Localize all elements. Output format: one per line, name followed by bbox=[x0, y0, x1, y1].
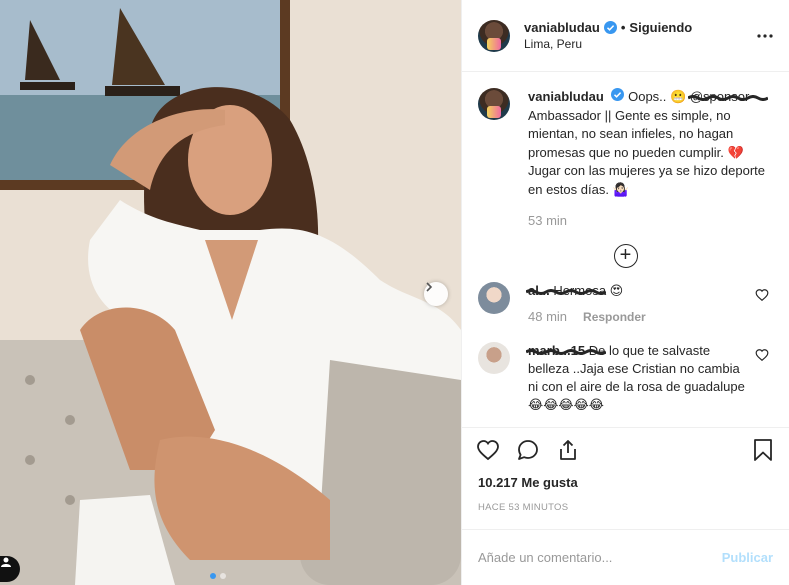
scribble-overlay bbox=[526, 349, 606, 356]
post-caption: vaniabludau Oops.. 😬 @sponsor Ambassador… bbox=[478, 88, 773, 230]
caption-username[interactable]: vaniabludau bbox=[528, 89, 604, 104]
comment-bubble-icon bbox=[518, 439, 538, 460]
comment-item: al... Hermosa 😍 48 min Responder bbox=[478, 282, 773, 326]
instagram-post: vaniabludau • Siguiendo Lima, Peru vania… bbox=[0, 0, 789, 585]
reply-button[interactable]: Responder bbox=[583, 308, 646, 326]
plus-glyph: + bbox=[619, 244, 632, 267]
comment-like-button[interactable] bbox=[755, 288, 769, 302]
caption-body: vaniabludau Oops.. 😬 @sponsor Ambassador… bbox=[528, 88, 768, 230]
caption-timestamp[interactable]: 53 min bbox=[528, 212, 768, 231]
comment-like-button[interactable] bbox=[755, 348, 769, 362]
comment-input[interactable] bbox=[478, 550, 722, 565]
save-button[interactable] bbox=[749, 436, 777, 464]
header-line: vaniabludau • Siguiendo bbox=[524, 20, 692, 35]
comment-avatar[interactable] bbox=[478, 342, 510, 375]
location-link[interactable]: Lima, Peru bbox=[524, 37, 692, 51]
share-icon bbox=[560, 439, 576, 460]
plus-circle-icon[interactable]: + bbox=[613, 244, 638, 269]
follow-status-button[interactable]: Siguiendo bbox=[629, 20, 692, 35]
add-comment-bar: Publicar bbox=[462, 529, 789, 585]
comment-body: marb...15 De lo que te salvaste belleza … bbox=[526, 342, 750, 414]
post-actions bbox=[462, 427, 789, 471]
redacted-mention[interactable]: @sponsor bbox=[687, 88, 768, 107]
comment-item: marb...15 De lo que te salvaste belleza … bbox=[478, 342, 773, 414]
photo-illustration bbox=[0, 0, 461, 585]
post-sidebar: vaniabludau • Siguiendo Lima, Peru vania… bbox=[461, 0, 789, 585]
comment-avatar[interactable] bbox=[478, 282, 510, 315]
carousel-indicator bbox=[210, 573, 226, 579]
more-options-button[interactable] bbox=[753, 24, 777, 48]
post-photo[interactable] bbox=[0, 0, 461, 585]
bookmark-icon bbox=[754, 439, 772, 461]
heart-icon bbox=[477, 439, 499, 460]
chevron-right-icon bbox=[426, 282, 433, 292]
separator-dot: • bbox=[620, 20, 626, 35]
comment-meta: 48 min Responder bbox=[528, 308, 750, 326]
comment-body: al... Hermosa 😍 48 min Responder bbox=[526, 282, 750, 326]
verified-icon bbox=[611, 88, 625, 101]
verified-icon bbox=[603, 21, 617, 34]
like-button[interactable] bbox=[474, 436, 502, 464]
comment-timestamp[interactable]: 48 min bbox=[528, 308, 567, 326]
user-icon bbox=[1, 557, 11, 567]
heart-icon bbox=[755, 349, 769, 362]
post-header: vaniabludau • Siguiendo Lima, Peru bbox=[462, 0, 789, 72]
username[interactable]: vaniabludau bbox=[524, 20, 600, 35]
caption-text-rest: Ambassador || Gente es simple, no mienta… bbox=[528, 107, 766, 197]
comments-list[interactable]: vaniabludau Oops.. 😬 @sponsor Ambassador… bbox=[462, 72, 789, 427]
carousel-next-button[interactable] bbox=[424, 282, 448, 306]
heart-icon bbox=[755, 289, 769, 302]
post-timestamp[interactable]: Hace 53 minutos bbox=[462, 502, 789, 513]
comment-username[interactable]: marb...15 bbox=[526, 342, 606, 360]
scribble-overlay bbox=[526, 289, 606, 296]
more-horizontal-icon bbox=[757, 34, 773, 38]
load-more-comments[interactable]: + bbox=[478, 244, 773, 269]
avatar[interactable] bbox=[478, 19, 510, 52]
carousel-dot bbox=[220, 573, 226, 579]
carousel-dot-active bbox=[210, 573, 216, 579]
header-text: vaniabludau • Siguiendo Lima, Peru bbox=[524, 20, 692, 51]
comment-button[interactable] bbox=[514, 436, 542, 464]
comment-username[interactable]: al... bbox=[526, 282, 606, 300]
share-button[interactable] bbox=[554, 436, 582, 464]
caption-avatar[interactable] bbox=[478, 88, 510, 120]
likes-count[interactable]: 10.217 Me gusta bbox=[462, 475, 789, 490]
scribble-overlay bbox=[687, 95, 768, 101]
caption-text-start: Oops.. 😬 bbox=[628, 89, 687, 104]
publish-button[interactable]: Publicar bbox=[722, 550, 773, 565]
